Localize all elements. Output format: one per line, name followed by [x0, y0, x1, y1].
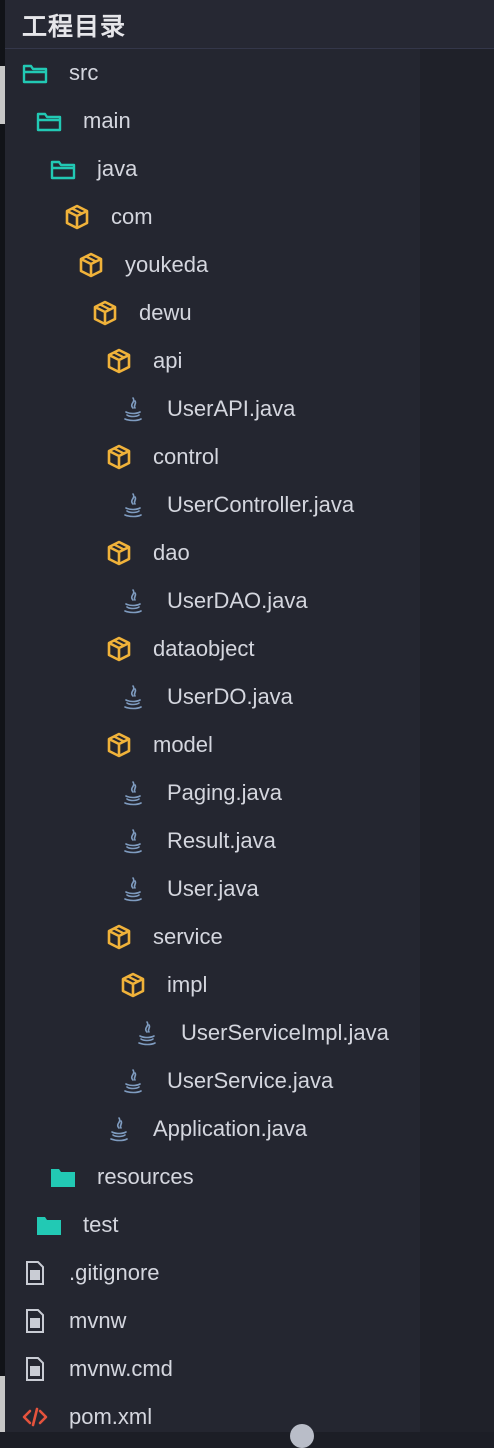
scroll-indicator[interactable]: [290, 1424, 314, 1448]
tree-item-userdo-java[interactable]: UserDO.java: [120, 673, 293, 721]
tree-item-label: UserDAO.java: [167, 588, 308, 613]
tree-item-label: com: [111, 204, 153, 229]
java-file-icon: [134, 1020, 160, 1046]
tree-item-label: User.java: [167, 876, 259, 901]
tree-item-paging-java[interactable]: Paging.java: [120, 769, 282, 817]
folder-open-icon: [50, 156, 76, 182]
tree-item-label: youkeda: [125, 252, 209, 277]
package-icon: [106, 732, 132, 758]
xml-file-icon: [22, 1404, 48, 1430]
panel-title: 工程目录: [22, 13, 127, 41]
tree-item-label: .gitignore: [69, 1260, 160, 1285]
java-file-icon: [120, 780, 146, 806]
tree-item-mvnw-cmd[interactable]: mvnw.cmd: [22, 1345, 173, 1393]
tree-item-label: Result.java: [167, 828, 276, 853]
tree-item-java[interactable]: java: [50, 145, 137, 193]
tree-item-label: dao: [153, 540, 190, 565]
tree-item-label: main: [83, 108, 131, 133]
tree-item-userdao-java[interactable]: UserDAO.java: [120, 577, 308, 625]
tree-item-user-java[interactable]: User.java: [120, 865, 259, 913]
tree-item-model[interactable]: model: [106, 721, 213, 769]
file-icon: [22, 1260, 48, 1286]
tree-item-label: UserServiceImpl.java: [181, 1020, 389, 1045]
tree-item-label: java: [97, 156, 138, 181]
tree-item-label: UserController.java: [167, 492, 355, 517]
tree-item-youkeda[interactable]: youkeda: [78, 241, 208, 289]
folder-closed-icon: [50, 1164, 76, 1190]
java-file-icon: [120, 396, 146, 422]
package-icon: [78, 252, 104, 278]
tree-item-service[interactable]: service: [106, 913, 223, 961]
java-file-icon: [120, 828, 146, 854]
tree-item-impl[interactable]: impl: [120, 961, 207, 1009]
tree-item-result-java[interactable]: Result.java: [120, 817, 276, 865]
tree-item-label: control: [153, 444, 220, 469]
tree-item-api[interactable]: api: [106, 337, 182, 385]
tree-item-label: mvnw: [69, 1308, 127, 1333]
tree-item-dao[interactable]: dao: [106, 529, 190, 577]
java-file-icon: [120, 876, 146, 902]
tree-item-dataobject[interactable]: dataobject: [106, 625, 255, 673]
java-file-icon: [120, 684, 146, 710]
package-icon: [106, 348, 132, 374]
folder-open-icon: [36, 108, 62, 134]
tree-item-label: UserService.java: [167, 1068, 334, 1093]
package-icon: [92, 300, 118, 326]
tree-item-label: model: [153, 732, 213, 757]
file-icon: [22, 1308, 48, 1334]
tree-item-dewu[interactable]: dewu: [92, 289, 192, 337]
tree-item-label: service: [153, 924, 223, 949]
tree-item-userserviceimpl-java[interactable]: UserServiceImpl.java: [134, 1009, 389, 1057]
tree-item-label: impl: [167, 972, 208, 997]
tree-item-userservice-java[interactable]: UserService.java: [120, 1057, 333, 1105]
java-file-icon: [120, 1068, 146, 1094]
java-file-icon: [120, 588, 146, 614]
package-icon: [106, 924, 132, 950]
tree-item-label: dewu: [139, 300, 192, 325]
tree-item-gitignore[interactable]: .gitignore: [22, 1249, 160, 1297]
tree-item-resources[interactable]: resources: [50, 1153, 194, 1201]
tree-item-usercontroller-java[interactable]: UserController.java: [120, 481, 354, 529]
tree-item-pom-xml[interactable]: pom.xml: [22, 1393, 152, 1441]
panel-header: 工程目录: [5, 0, 494, 49]
folder-open-icon: [22, 60, 48, 86]
tree-item-label: pom.xml: [69, 1404, 153, 1429]
java-file-icon: [120, 492, 146, 518]
package-icon: [64, 204, 90, 230]
folder-closed-icon: [36, 1212, 62, 1238]
tree-item-label: UserAPI.java: [167, 396, 296, 421]
tree-item-mvnw[interactable]: mvnw: [22, 1297, 126, 1345]
tree-item-label: src: [69, 60, 99, 85]
tree-item-test[interactable]: test: [36, 1201, 118, 1249]
tree-item-main[interactable]: main: [36, 97, 131, 145]
package-icon: [106, 636, 132, 662]
tree-item-label: resources: [97, 1164, 194, 1189]
tree-item-label: dataobject: [153, 636, 255, 661]
file-icon: [22, 1356, 48, 1382]
editor-area: [420, 0, 494, 1432]
tree-item-label: Paging.java: [167, 780, 282, 805]
tree-item-label: api: [153, 348, 183, 373]
tree-item-com[interactable]: com: [64, 193, 153, 241]
tree-item-label: mvnw.cmd: [69, 1356, 173, 1381]
tree-item-label: UserDO.java: [167, 684, 293, 709]
tree-item-control[interactable]: control: [106, 433, 219, 481]
tree-item-application-java[interactable]: Application.java: [106, 1105, 307, 1153]
tree-item-userapi-java[interactable]: UserAPI.java: [120, 385, 295, 433]
tree-item-label: test: [83, 1212, 119, 1237]
tree-item-label: Application.java: [153, 1116, 308, 1141]
java-file-icon: [106, 1116, 132, 1142]
package-icon: [106, 444, 132, 470]
tree-item-src[interactable]: src: [22, 49, 98, 97]
package-icon: [120, 972, 146, 998]
package-icon: [106, 540, 132, 566]
